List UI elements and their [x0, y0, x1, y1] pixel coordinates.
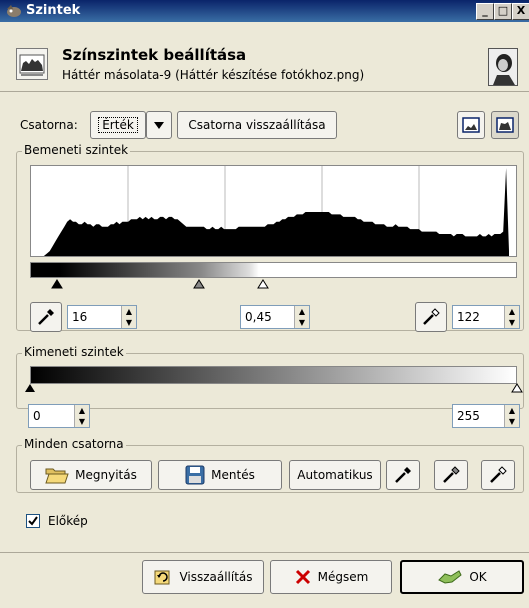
dialog-header: Színszintek beállítása Háttér másolata-9…: [0, 22, 529, 92]
maximize-button[interactable]: □: [494, 3, 512, 20]
all-channels-label: Minden csatorna: [22, 437, 126, 451]
black-picker-button[interactable]: [30, 302, 62, 332]
log-histogram-button[interactable]: [491, 111, 519, 139]
input-gradient: [30, 262, 517, 278]
white-picker-button[interactable]: [415, 302, 447, 332]
output-low-value: 0: [33, 409, 41, 423]
output-slider-track[interactable]: [24, 383, 523, 393]
dialog-title: Színszintek beállítása: [62, 46, 247, 64]
ok-button[interactable]: OK: [400, 560, 524, 594]
reset-label: Visszaállítás: [179, 570, 253, 584]
spinner-arrows-icon[interactable]: ▲ ▼: [74, 405, 89, 427]
log-histogram-icon: [496, 117, 514, 133]
open-button[interactable]: Megnyitás: [30, 460, 152, 490]
gamma-handle[interactable]: [193, 279, 205, 289]
eyedropper-icon: [395, 467, 411, 483]
output-white-handle[interactable]: [511, 383, 523, 393]
spinner-arrows-icon[interactable]: ▲ ▼: [504, 405, 519, 427]
checkmark-icon: [28, 516, 38, 526]
reset-button[interactable]: Visszaállítás: [142, 560, 264, 594]
white-point-picker-button[interactable]: [481, 460, 515, 490]
ok-label: OK: [469, 570, 487, 584]
black-point-handle[interactable]: [51, 279, 63, 289]
linear-histogram-icon: [462, 117, 480, 133]
white-point-handle[interactable]: [257, 279, 269, 289]
minimize-button[interactable]: _: [476, 3, 494, 20]
reset-icon: [154, 570, 170, 585]
black-point-picker-button[interactable]: [386, 460, 420, 490]
cancel-label: Mégsem: [317, 570, 369, 584]
preview-checkbox[interactable]: [26, 514, 40, 528]
histogram-area: [41, 168, 509, 256]
output-high-value: 255: [457, 409, 480, 423]
auto-label: Automatikus: [297, 468, 373, 482]
input-low-value: 16: [72, 310, 88, 324]
output-black-handle[interactable]: [25, 384, 35, 392]
histogram-graph: [41, 166, 509, 256]
save-label: Mentés: [211, 468, 255, 482]
window-title: Szintek: [26, 3, 81, 18]
preview-label[interactable]: Előkép: [48, 514, 88, 528]
spinner-arrows-icon[interactable]: ▲ ▼: [121, 306, 136, 328]
input-low-spinner[interactable]: 16 ▲ ▼: [67, 305, 137, 329]
gamma-spinner[interactable]: 0,45 ▲ ▼: [240, 305, 310, 329]
image-thumbnail: [488, 48, 518, 86]
eyedropper-icon: [490, 466, 507, 483]
ok-hands-icon: [438, 570, 462, 584]
linear-histogram-button[interactable]: [457, 111, 485, 139]
gray-point-picker-button[interactable]: [434, 460, 468, 490]
eyedropper-icon: [443, 466, 460, 483]
channel-dropdown-button[interactable]: [146, 111, 172, 139]
gimp-icon: [7, 5, 21, 17]
output-high-spinner[interactable]: 255 ▲ ▼: [452, 404, 520, 428]
open-label: Megnyitás: [75, 468, 137, 482]
input-levels-label: Bemeneti szintek: [22, 143, 131, 157]
reset-channel-button[interactable]: Csatorna visszaállítása: [177, 111, 337, 139]
close-button[interactable]: X: [512, 3, 529, 20]
input-high-value: 122: [457, 310, 480, 324]
reset-channel-label: Csatorna visszaállítása: [188, 118, 326, 132]
eyedropper-icon: [423, 308, 440, 325]
title-bar[interactable]: Szintek _ □ X: [0, 0, 529, 22]
chevron-down-icon: [154, 121, 164, 129]
channel-value: Érték: [98, 117, 138, 133]
output-low-spinner[interactable]: 0 ▲ ▼: [28, 404, 90, 428]
output-gradient: [30, 366, 517, 384]
auto-button[interactable]: Automatikus: [289, 460, 381, 490]
input-high-spinner[interactable]: 122 ▲ ▼: [452, 305, 520, 329]
channel-label: Csatorna:: [20, 118, 78, 132]
spinner-arrows-icon[interactable]: ▲ ▼: [504, 306, 519, 328]
histogram[interactable]: [30, 165, 517, 257]
floppy-disk-icon: [185, 465, 205, 485]
spinner-arrows-icon[interactable]: ▲ ▼: [294, 306, 309, 328]
input-slider-track[interactable]: [30, 278, 517, 290]
cancel-x-icon: [295, 569, 310, 585]
channel-combo[interactable]: Érték: [90, 111, 146, 139]
levels-icon: [16, 48, 48, 80]
dialog-subtitle: Háttér másolata-9 (Háttér készítése fotó…: [62, 68, 365, 82]
output-levels-label: Kimeneti szintek: [22, 345, 126, 359]
footer-separator: [0, 552, 529, 553]
gamma-value: 0,45: [245, 310, 272, 324]
eyedropper-icon: [38, 309, 54, 325]
save-button[interactable]: Mentés: [158, 460, 282, 490]
cancel-button[interactable]: Mégsem: [270, 560, 392, 594]
folder-open-icon: [45, 468, 69, 484]
